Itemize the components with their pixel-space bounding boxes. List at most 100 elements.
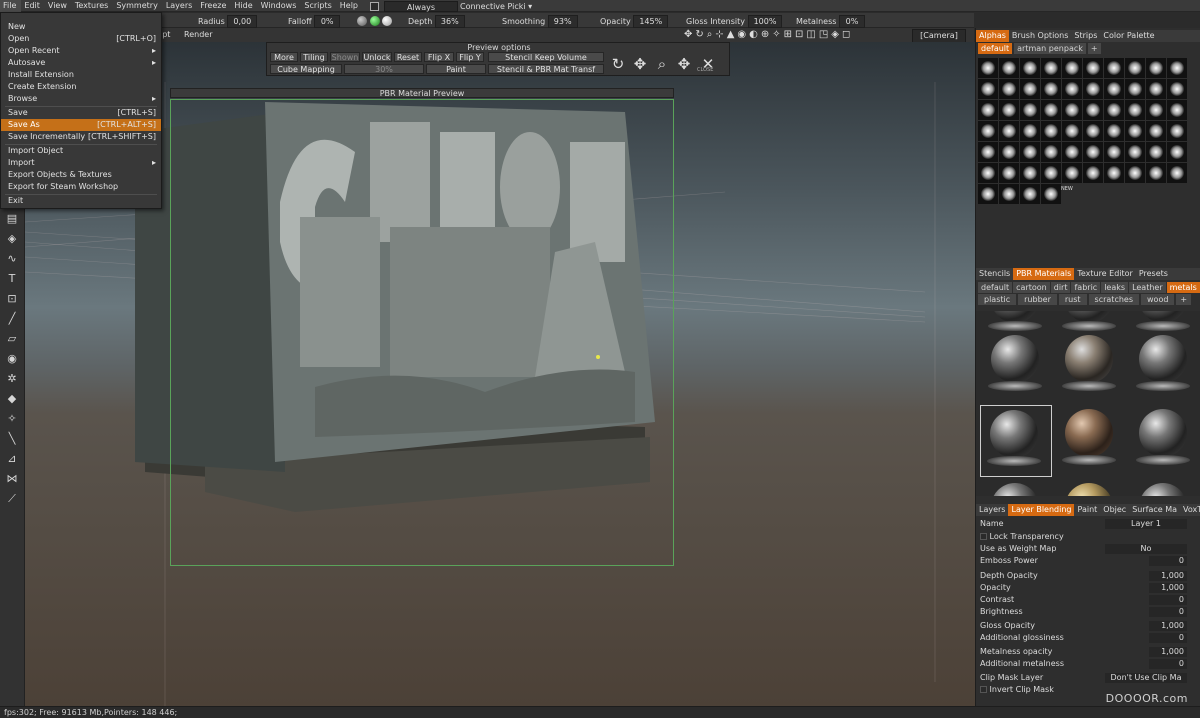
alpha-thumbnail[interactable] [1167,121,1187,141]
alpha-thumbnail[interactable] [999,163,1019,183]
material-thumbnail[interactable] [1056,405,1122,471]
menu-windows[interactable]: Windows [258,0,302,12]
alpha-thumbnail[interactable] [999,184,1019,204]
file-menu-save[interactable]: Save [CTRL+S] [1,107,161,119]
shown-button[interactable]: Shown [330,52,360,62]
mat-set-rust[interactable]: rust [1058,294,1087,305]
radius-param[interactable]: Radius 0,00 [198,15,258,28]
menu-help[interactable]: Help [337,0,363,12]
gloss-opacity-row[interactable]: Gloss Opacity 1,000 [980,620,1199,632]
material-thumbnail[interactable] [1130,331,1196,397]
lock-transparency-row[interactable]: Lock Transparency [980,531,1199,543]
brush-tool-icon[interactable]: ╲ [5,432,19,446]
gloss-opacity-field[interactable]: 1,000 [1149,621,1187,631]
alpha-thumbnail[interactable] [1167,142,1187,162]
clone-tool-icon[interactable]: ✲ [5,372,19,386]
alpha-thumbnail[interactable] [999,142,1019,162]
file-menu-create-extension[interactable]: Create Extension [1,81,161,93]
line-tool-icon[interactable]: ╱ [5,312,19,326]
file-menu-open-recent[interactable]: Open Recent ▸ [1,45,161,57]
tab-presets[interactable]: Presets [1136,268,1171,280]
percent-field[interactable]: 30% [344,64,424,74]
layer-opacity-field[interactable]: 1,000 [1149,583,1187,593]
camera-dropdown[interactable]: [Camera] [912,29,966,43]
alpha-thumbnail[interactable] [999,58,1019,78]
menu-view[interactable]: View [45,0,72,12]
alpha-thumbnail[interactable] [1104,79,1124,99]
tab-layer-blending[interactable]: Layer Blending [1008,504,1075,516]
add-material-set-button[interactable]: + [1176,294,1192,305]
alpha-thumbnail[interactable] [1104,121,1124,141]
tab-layers[interactable]: Layers [976,504,1008,516]
alpha-thumbnail[interactable] [1146,142,1166,162]
render-menu[interactable]: Render [184,29,212,41]
flip-y-button[interactable]: Flip Y [456,52,484,62]
lock-transparency-checkbox[interactable] [980,533,987,540]
mat-set-default[interactable]: default [978,282,1013,293]
alpha-thumbnail[interactable] [1020,58,1040,78]
cube-mapping-dropdown[interactable]: Cube Mapping [270,64,342,74]
fill-tool-icon[interactable]: ▤ [5,212,19,226]
alpha-thumbnail[interactable] [1062,142,1082,162]
eraser-tool-icon[interactable]: ▱ [5,332,19,346]
smoothing-param[interactable]: Smoothing 93% [502,15,578,28]
menu-edit[interactable]: Edit [21,0,45,12]
always-checkbox[interactable] [370,1,379,12]
transform-tool-icon[interactable]: ⊡ [5,292,19,306]
alpha-thumbnail[interactable] [1167,163,1187,183]
alpha-thumbnail[interactable] [1062,100,1082,120]
file-menu-import-object[interactable]: Import Object [1,145,161,157]
alpha-thumbnail[interactable] [978,142,998,162]
green-sphere-icon[interactable] [369,15,380,26]
depth-param[interactable]: Depth 36% [408,15,465,28]
opacity-row[interactable]: Opacity 1,000 [980,582,1199,594]
mat-set-rubber[interactable]: rubber [1018,294,1057,305]
alpha-thumbnail[interactable] [999,121,1019,141]
gloss-intensity-field[interactable]: 100% [747,15,783,28]
alpha-thumbnail[interactable] [1020,79,1040,99]
alpha-thumbnail[interactable] [1146,163,1166,183]
file-menu-export-steam[interactable]: Export for Steam Workshop [1,181,161,193]
navigation-icons[interactable]: ✥↻⌕⊹▲◉◐⊕✧⊞⊡◫◳◈◻ [684,29,853,41]
tab-brush-options[interactable]: Brush Options [1009,30,1072,42]
material-thumbnail[interactable] [982,331,1048,397]
add-alpha-set-button[interactable]: + [1087,43,1101,54]
depth-field[interactable]: 36% [434,15,465,28]
tab-objects[interactable]: Objec [1100,504,1129,516]
menu-hide[interactable]: Hide [231,0,257,12]
mat-set-cartoon[interactable]: cartoon [1013,282,1050,293]
alpha-thumbnail[interactable] [1062,79,1082,99]
zoom-icon[interactable]: ⌕ [653,55,671,73]
rotate-icon[interactable]: ↻ [609,55,627,73]
file-menu-autosave[interactable]: Autosave ▸ [1,57,161,69]
alpha-thumbnail[interactable] [978,58,998,78]
tab-stencils[interactable]: Stencils [976,268,1013,280]
bucket-tool-icon[interactable]: ◈ [5,232,19,246]
alpha-thumbnail[interactable] [1083,58,1103,78]
file-menu-open[interactable]: Open [CTRL+O] [1,33,161,45]
alpha-thumbnail[interactable] [1062,58,1082,78]
file-menu-save-incrementally[interactable]: Save Incrementally [CTRL+SHIFT+S] [1,131,161,143]
additional-metalness-row[interactable]: Additional metalness 0 [980,658,1199,670]
invert-clip-mask-checkbox[interactable] [980,686,987,693]
alpha-thumbnail[interactable] [1146,58,1166,78]
mat-set-metals[interactable]: metals [1166,282,1200,293]
tab-strips[interactable]: Strips [1071,30,1100,42]
alpha-thumbnail[interactable] [1083,100,1103,120]
menu-scripts[interactable]: Scripts [301,0,336,12]
alpha-thumbnail[interactable] [978,163,998,183]
alpha-thumbnail[interactable] [1020,100,1040,120]
alpha-thumbnail[interactable] [1146,79,1166,99]
alpha-thumbnail[interactable] [1167,100,1187,120]
alpha-thumbnail[interactable] [1083,79,1103,99]
mat-set-wood[interactable]: wood [1141,294,1175,305]
file-menu-export-objects[interactable]: Export Objects & Textures [1,169,161,181]
alpha-thumbnail[interactable] [978,79,998,99]
tab-color-palette[interactable]: Color Palette [1100,30,1157,42]
alpha-thumbnail[interactable] [1041,58,1061,78]
flip-x-button[interactable]: Flip X [424,52,454,62]
alpha-thumbnail[interactable] [1125,142,1145,162]
metalness-opacity-field[interactable]: 1,000 [1149,647,1187,657]
alpha-thumbnail[interactable] [1020,184,1040,204]
additional-glossiness-field[interactable]: 0 [1149,633,1187,643]
